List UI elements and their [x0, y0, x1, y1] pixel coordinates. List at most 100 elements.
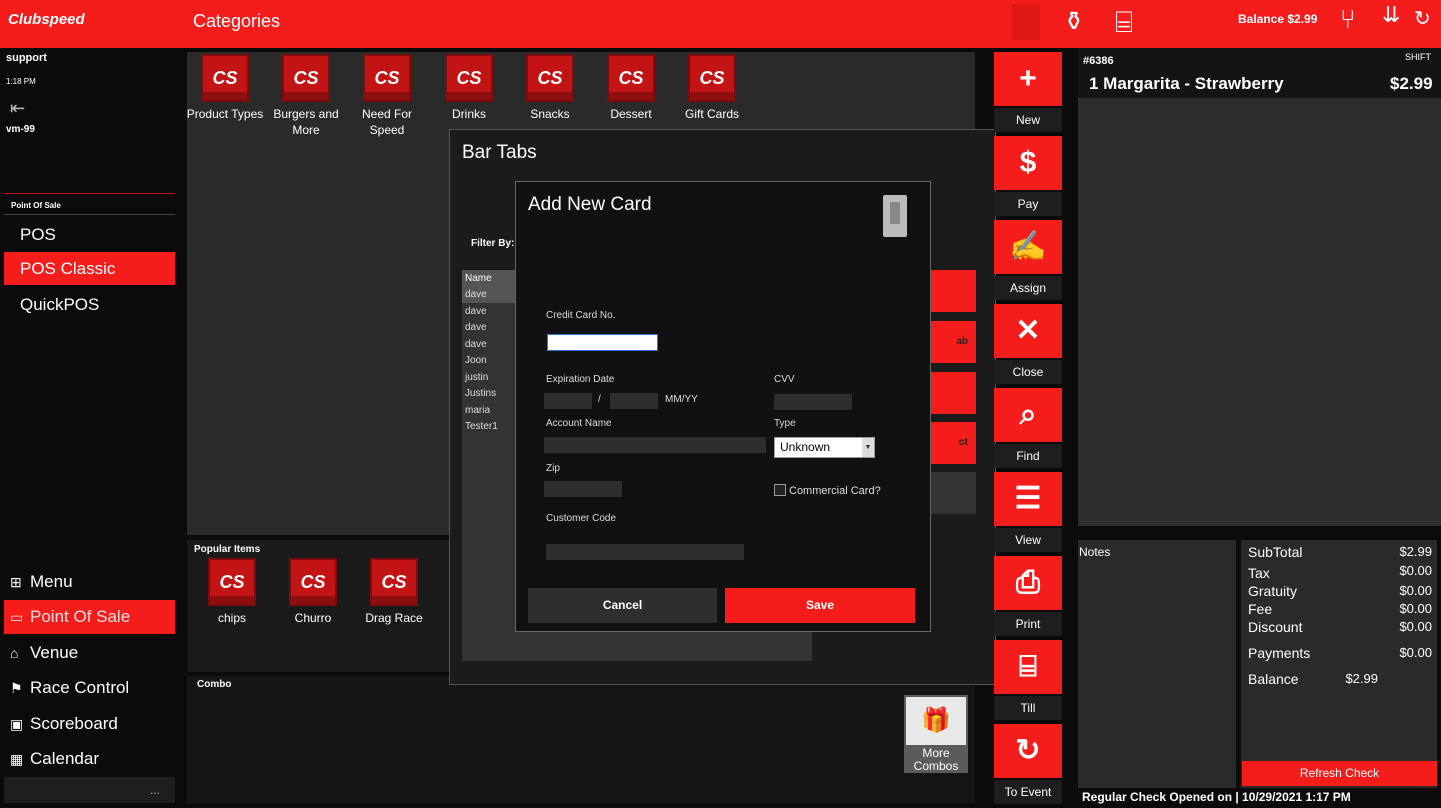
item-label: Churro: [294, 611, 332, 625]
nav-venue[interactable]: ⌂ Venue: [4, 636, 175, 670]
nav-item-quickpos[interactable]: QuickPOS: [4, 288, 175, 321]
store-icon: ⌂: [10, 645, 19, 661]
utensils-icon[interactable]: ⑂: [1340, 6, 1356, 32]
list-item[interactable]: dave: [465, 322, 487, 333]
cs-icon: CS: [282, 54, 330, 102]
list-item[interactable]: dave: [465, 339, 487, 350]
action-label: Pay: [994, 192, 1062, 216]
chevron-down-icon[interactable]: ▼: [862, 438, 874, 457]
zip-label: Zip: [546, 463, 560, 474]
action-label: Assign: [994, 276, 1062, 300]
category-label: Product Types: [186, 107, 264, 121]
nav-race-control[interactable]: ⚑ Race Control: [4, 671, 175, 705]
nav-scoreboard[interactable]: ▣ Scoreboard: [4, 707, 175, 741]
check-items-area: [1078, 98, 1441, 526]
exp-month-input[interactable]: [544, 393, 592, 409]
cs-icon: CS: [289, 558, 337, 606]
list-item[interactable]: Joon: [465, 355, 487, 366]
refresh-icon[interactable]: ↻: [1414, 9, 1431, 29]
column-label[interactable]: Name: [465, 273, 492, 284]
till-button[interactable]: ⌸ Till: [994, 640, 1062, 720]
pay-button[interactable]: $ Pay: [994, 136, 1062, 216]
bar-tab-action-1[interactable]: [930, 270, 976, 312]
notes-panel[interactable]: [1078, 540, 1236, 788]
category-tile[interactable]: CS Burgers and More: [266, 54, 346, 138]
cs-icon: CS: [526, 54, 574, 102]
save-button[interactable]: Save: [725, 588, 915, 623]
category-tile[interactable]: CS Product Types: [185, 54, 265, 122]
popular-item-tile[interactable]: CS Drag Race: [354, 558, 434, 626]
category-label: Snacks: [530, 107, 570, 121]
nav-item-pos-classic[interactable]: POS Classic: [4, 252, 175, 285]
category-label: Need For Speed: [361, 107, 413, 137]
card-reader-slot: [890, 202, 900, 224]
cc-label: Credit Card No.: [546, 310, 616, 321]
check-line-item[interactable]: 1 Margarita - Strawberry: [1089, 74, 1284, 94]
nav-label: Calendar: [30, 749, 99, 768]
nav-calendar[interactable]: ▦ Calendar: [4, 742, 175, 776]
nav-label: Menu: [30, 572, 73, 591]
bar-tab-action-2[interactable]: ab: [930, 321, 976, 363]
more-dots[interactable]: ...: [150, 783, 160, 797]
to-event-button[interactable]: ↻ To Event: [994, 724, 1062, 804]
nav-label: Venue: [30, 643, 79, 662]
nav-menu[interactable]: ⊞ Menu: [4, 565, 175, 599]
exp-slash: /: [598, 394, 601, 405]
close-button[interactable]: ✕ Close: [994, 304, 1062, 384]
popular-item-tile[interactable]: CS Churro: [273, 558, 353, 626]
category-tile[interactable]: CS Need For Speed: [347, 54, 427, 138]
page-title: Categories: [193, 11, 281, 31]
list-item[interactable]: Tester1: [465, 421, 498, 432]
nav-label: Race Control: [30, 678, 130, 697]
category-label: Dessert: [610, 107, 652, 121]
exp-year-input[interactable]: [610, 393, 658, 409]
bottles-icon[interactable]: ⚱: [1063, 8, 1085, 34]
cancel-button[interactable]: Cancel: [528, 588, 717, 623]
commercial-card-checkbox[interactable]: [774, 484, 786, 496]
bar-tab-action-3[interactable]: [930, 372, 976, 414]
find-button[interactable]: ⌕ Find: [994, 388, 1062, 468]
category-tile[interactable]: CS Drinks: [429, 54, 509, 122]
item-label: chips: [217, 611, 246, 625]
bar-tab-action-5[interactable]: [930, 472, 976, 514]
cs-icon: CS: [688, 54, 736, 102]
nav-item-pos[interactable]: POS: [4, 218, 175, 251]
popular-item-tile[interactable]: CS chips: [192, 558, 272, 626]
category-tile[interactable]: CS Gift Cards: [672, 54, 752, 122]
exp-label: Expiration Date: [546, 374, 615, 385]
commercial-card-label: Commercial Card?: [789, 485, 881, 497]
chevrons-down-icon[interactable]: ⇊: [1382, 4, 1400, 26]
list-item[interactable]: maria: [465, 405, 490, 416]
list-item[interactable]: dave: [465, 306, 487, 317]
customer-code-input[interactable]: [546, 544, 744, 560]
list-item[interactable]: dave: [465, 289, 487, 300]
gratuity-value: $0.00: [1399, 583, 1432, 598]
zip-input[interactable]: [544, 481, 622, 497]
category-tile[interactable]: CS Snacks: [510, 54, 590, 122]
list-item[interactable]: Justins: [465, 388, 496, 399]
credit-card-input[interactable]: [547, 334, 658, 351]
type-select[interactable]: Unknown: [774, 437, 875, 458]
refresh-check-button[interactable]: Refresh Check: [1242, 761, 1437, 786]
terminal-name: vm-99: [6, 124, 35, 135]
action-label: Close: [994, 360, 1062, 384]
bar-tab-action-4[interactable]: ot: [930, 422, 976, 464]
view-button[interactable]: ☰ View: [994, 472, 1062, 552]
list-item[interactable]: justin: [465, 372, 488, 383]
mmyy-hint: MM/YY: [665, 394, 698, 405]
more-combos-button[interactable]: 🎁 More Combos: [904, 695, 968, 773]
print-button[interactable]: ⎙ Print: [994, 556, 1062, 636]
logout-icon[interactable]: ⇤: [10, 98, 25, 119]
category-tile[interactable]: CS Dessert: [591, 54, 671, 122]
cs-icon: CS: [607, 54, 655, 102]
notes-label: Notes: [1079, 545, 1111, 559]
cs-icon: CS: [208, 558, 256, 606]
new-button[interactable]: + New: [994, 52, 1062, 132]
register-icon[interactable]: ⌸: [1115, 8, 1133, 38]
cvv-input[interactable]: [774, 394, 852, 410]
account-name-input[interactable]: [544, 437, 766, 453]
assign-button[interactable]: ✍ Assign: [994, 220, 1062, 300]
category-label: Burgers and More: [273, 107, 339, 137]
user-name: support: [6, 52, 47, 64]
nav-point-of-sale[interactable]: ▭ Point Of Sale: [4, 600, 175, 634]
